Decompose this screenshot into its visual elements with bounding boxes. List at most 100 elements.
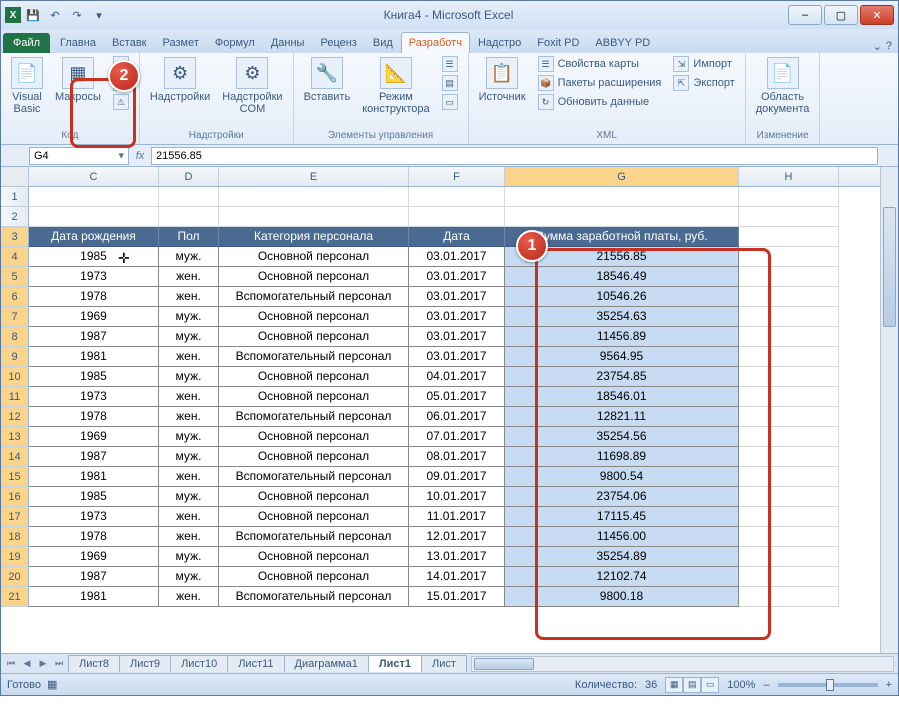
- row-header-15[interactable]: 15: [1, 467, 29, 487]
- cell[interactable]: Основной персонал: [219, 447, 409, 467]
- table-header-cell[interactable]: Пол: [159, 227, 219, 247]
- cell[interactable]: 1973: [29, 507, 159, 527]
- cell[interactable]: Вспомогательный персонал: [219, 587, 409, 607]
- help-icon[interactable]: ?: [886, 40, 892, 53]
- column-header-G[interactable]: G: [505, 167, 739, 186]
- cell[interactable]: 9800.54: [505, 467, 739, 487]
- column-header-F[interactable]: F: [409, 167, 505, 186]
- cell[interactable]: Основной персонал: [219, 307, 409, 327]
- cell[interactable]: [739, 367, 839, 387]
- cell[interactable]: [159, 207, 219, 227]
- cell[interactable]: [739, 427, 839, 447]
- cell[interactable]: 03.01.2017: [409, 267, 505, 287]
- cell[interactable]: Основной персонал: [219, 427, 409, 447]
- row-header-2[interactable]: 2: [1, 207, 29, 227]
- cell[interactable]: 1969: [29, 307, 159, 327]
- cell[interactable]: 03.01.2017: [409, 287, 505, 307]
- row-header-11[interactable]: 11: [1, 387, 29, 407]
- row-header-17[interactable]: 17: [1, 507, 29, 527]
- cell[interactable]: Вспомогательный персонал: [219, 407, 409, 427]
- cell[interactable]: жен.: [159, 407, 219, 427]
- cell[interactable]: 1978: [29, 287, 159, 307]
- ribbon-minimize-icon[interactable]: ⌄: [873, 40, 882, 53]
- cell[interactable]: муж.: [159, 427, 219, 447]
- cell[interactable]: 1981: [29, 467, 159, 487]
- row-header-8[interactable]: 8: [1, 327, 29, 347]
- run-dialog-button[interactable]: ▭: [438, 93, 462, 111]
- cell[interactable]: 07.01.2017: [409, 427, 505, 447]
- cell[interactable]: 08.01.2017: [409, 447, 505, 467]
- cell[interactable]: [739, 327, 839, 347]
- cell[interactable]: 1969: [29, 547, 159, 567]
- cell[interactable]: 05.01.2017: [409, 387, 505, 407]
- insert-control-button[interactable]: 🔧 Вставить: [300, 55, 355, 105]
- cell[interactable]: жен.: [159, 467, 219, 487]
- cell[interactable]: 1973: [29, 267, 159, 287]
- sheet-tab-Лист[interactable]: Лист: [421, 655, 467, 672]
- cell[interactable]: 9564.95: [505, 347, 739, 367]
- cell[interactable]: 10546.26: [505, 287, 739, 307]
- cell[interactable]: 04.01.2017: [409, 367, 505, 387]
- cell[interactable]: Основной персонал: [219, 387, 409, 407]
- cell[interactable]: 11456.00: [505, 527, 739, 547]
- cell[interactable]: 1978: [29, 527, 159, 547]
- view-pagebreak-button[interactable]: ▭: [701, 677, 719, 693]
- column-header-C[interactable]: C: [29, 167, 159, 186]
- cell[interactable]: 1985: [29, 247, 159, 267]
- cell[interactable]: [739, 547, 839, 567]
- cell[interactable]: [739, 387, 839, 407]
- cell[interactable]: 03.01.2017: [409, 347, 505, 367]
- cell[interactable]: муж.: [159, 367, 219, 387]
- cell[interactable]: муж.: [159, 307, 219, 327]
- tab-надстро[interactable]: Надстро: [470, 32, 529, 53]
- cell[interactable]: 1973: [29, 387, 159, 407]
- cell[interactable]: Основной персонал: [219, 487, 409, 507]
- cell[interactable]: [29, 187, 159, 207]
- cell[interactable]: [739, 307, 839, 327]
- cell[interactable]: 1985: [29, 367, 159, 387]
- row-header-9[interactable]: 9: [1, 347, 29, 367]
- cell[interactable]: Основной персонал: [219, 367, 409, 387]
- cell[interactable]: 23754.85: [505, 367, 739, 387]
- horizontal-scrollbar[interactable]: [471, 656, 894, 672]
- table-header-cell[interactable]: Категория персонала: [219, 227, 409, 247]
- row-header-10[interactable]: 10: [1, 367, 29, 387]
- sheet-tab-Лист10[interactable]: Лист10: [170, 655, 228, 672]
- cell[interactable]: 1978: [29, 407, 159, 427]
- cell[interactable]: [739, 287, 839, 307]
- tab-размет[interactable]: Размет: [155, 32, 207, 53]
- zoom-slider[interactable]: [778, 683, 878, 687]
- cell[interactable]: [739, 527, 839, 547]
- tab-abbyy pd[interactable]: ABBYY PD: [587, 32, 658, 53]
- cell[interactable]: 12.01.2017: [409, 527, 505, 547]
- tab-вид[interactable]: Вид: [365, 32, 401, 53]
- cell[interactable]: [219, 207, 409, 227]
- row-header-3[interactable]: 3: [1, 227, 29, 247]
- cell[interactable]: [29, 207, 159, 227]
- cell[interactable]: Основной персонал: [219, 247, 409, 267]
- cell[interactable]: 03.01.2017: [409, 247, 505, 267]
- visual-basic-button[interactable]: 📄 Visual Basic: [7, 55, 47, 117]
- row-header-5[interactable]: 5: [1, 267, 29, 287]
- properties-button[interactable]: ☰: [438, 55, 462, 73]
- cell[interactable]: [219, 187, 409, 207]
- cell[interactable]: 1981: [29, 587, 159, 607]
- cell[interactable]: [739, 487, 839, 507]
- horizontal-scroll-thumb[interactable]: [474, 658, 534, 670]
- cell[interactable]: 18546.01: [505, 387, 739, 407]
- cell[interactable]: Вспомогательный персонал: [219, 527, 409, 547]
- row-header-16[interactable]: 16: [1, 487, 29, 507]
- cell[interactable]: 11456.89: [505, 327, 739, 347]
- sheet-tab-Лист9[interactable]: Лист9: [119, 655, 171, 672]
- cell[interactable]: 11698.89: [505, 447, 739, 467]
- cell[interactable]: Вспомогательный персонал: [219, 347, 409, 367]
- sheet-tab-Диаграмма1[interactable]: Диаграмма1: [284, 655, 369, 672]
- com-addins-button[interactable]: ⚙ Надстройки COM: [218, 55, 286, 117]
- cell[interactable]: [739, 267, 839, 287]
- column-header-D[interactable]: D: [159, 167, 219, 186]
- cell[interactable]: [739, 347, 839, 367]
- cell[interactable]: Основной персонал: [219, 327, 409, 347]
- formula-bar[interactable]: 21556.85: [151, 147, 878, 165]
- cell[interactable]: 10.01.2017: [409, 487, 505, 507]
- cell[interactable]: [505, 187, 739, 207]
